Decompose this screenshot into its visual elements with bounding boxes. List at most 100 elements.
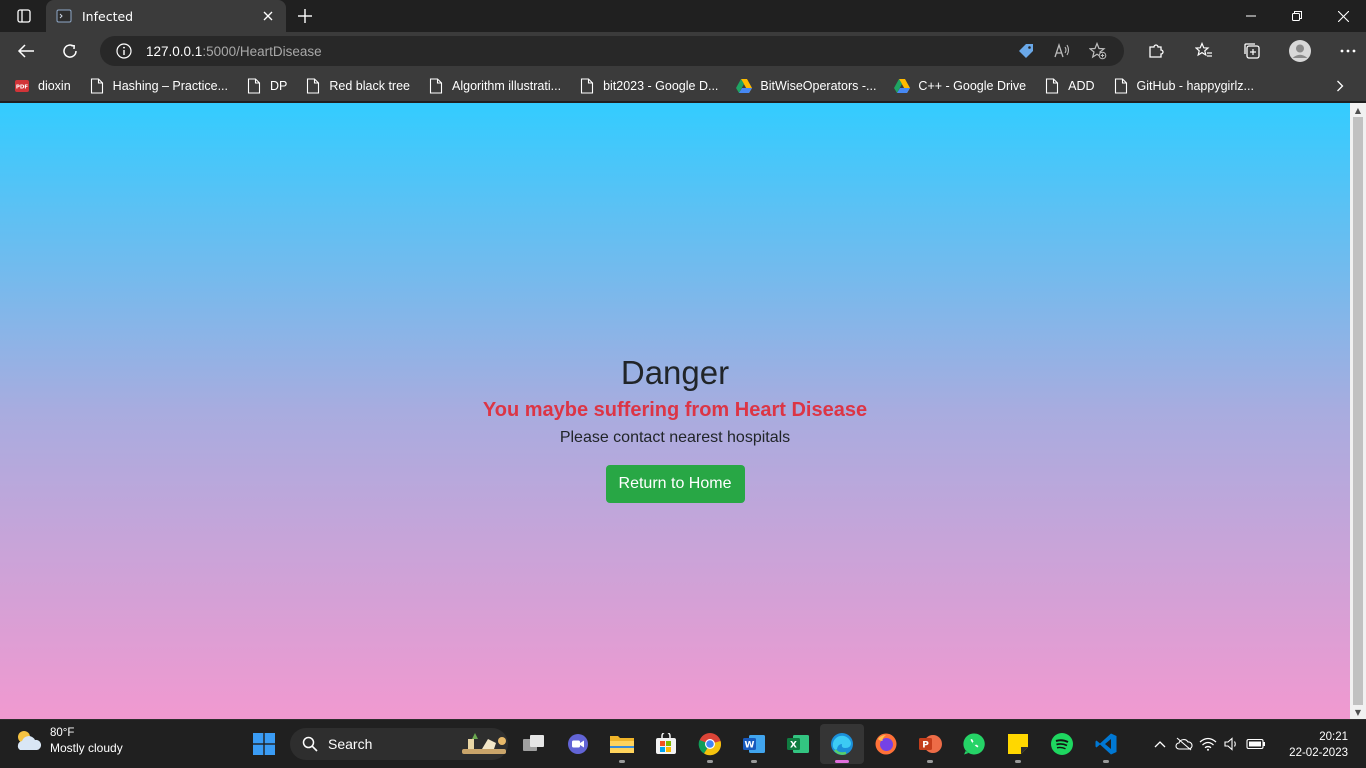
taskbar-apps: Search W X P	[242, 724, 1128, 764]
address-bar[interactable]: 127.0.0.1:5000/HeartDisease	[100, 36, 1124, 66]
file-explorer-button[interactable]	[600, 724, 644, 764]
powerpoint-button[interactable]: P	[908, 724, 952, 764]
bookmark-item[interactable]: bit2023 - Google D...	[579, 74, 726, 98]
read-aloud-icon	[1054, 42, 1070, 58]
running-indicator	[619, 760, 625, 763]
search-highlight-icon	[462, 733, 506, 754]
search-icon	[302, 736, 318, 752]
page-scrollbar[interactable]: ▲ ▼	[1350, 103, 1366, 719]
address-bar-actions	[1008, 36, 1116, 66]
whatsapp-button[interactable]	[952, 724, 996, 764]
scroll-down-icon[interactable]: ▼	[1350, 705, 1366, 719]
pdf-icon: PDF	[14, 78, 30, 94]
terminal-favicon-icon	[56, 9, 72, 23]
tab-close-icon[interactable]	[260, 8, 276, 24]
window-controls	[1228, 0, 1366, 32]
favorites-button[interactable]	[1180, 32, 1228, 70]
bookmarks-bar: PDF dioxin Hashing – Practice... DP Red …	[0, 70, 1366, 102]
tag-icon	[1019, 44, 1033, 58]
firefox-button[interactable]	[864, 724, 908, 764]
bookmark-item[interactable]: Algorithm illustrati...	[428, 74, 569, 98]
svg-text:X: X	[790, 741, 797, 751]
plus-icon	[298, 9, 312, 23]
volume-control[interactable]	[1220, 724, 1244, 764]
bookmark-label: bit2023 - Google D...	[603, 78, 719, 93]
bookmarks-overflow-button[interactable]	[1328, 74, 1352, 98]
chrome-button[interactable]	[688, 724, 732, 764]
battery-status[interactable]	[1244, 724, 1268, 764]
page-icon	[246, 77, 262, 94]
collections-button[interactable]	[1228, 32, 1276, 70]
read-aloud-button[interactable]	[1044, 36, 1080, 66]
more-menu-button[interactable]	[1324, 32, 1366, 70]
teams-chat-button[interactable]	[556, 724, 600, 764]
profile-button[interactable]	[1276, 32, 1324, 70]
tab-title: Infected	[82, 8, 134, 24]
running-indicator	[1103, 760, 1109, 763]
new-tab-button[interactable]	[292, 4, 318, 28]
sticky-notes-icon	[1008, 734, 1028, 754]
edge-icon	[831, 733, 853, 755]
restore-button[interactable]	[1274, 0, 1320, 32]
chevron-right-icon	[1337, 80, 1344, 92]
bookmark-label: BitWiseOperators -...	[760, 78, 877, 93]
windows-logo-icon	[253, 733, 275, 755]
bookmark-item[interactable]: Hashing – Practice...	[89, 74, 236, 98]
weather-condition: Mostly cloudy	[50, 741, 123, 755]
word-button[interactable]: W	[732, 724, 776, 764]
task-view-icon	[523, 735, 544, 751]
collections-icon	[1244, 43, 1260, 59]
microsoft-store-button[interactable]	[644, 724, 688, 764]
bookmark-item[interactable]: Red black tree	[305, 74, 418, 98]
taskbar-search[interactable]: Search	[290, 728, 508, 760]
browser-tools	[1132, 32, 1366, 70]
arrow-left-icon	[17, 44, 34, 58]
close-window-button[interactable]	[1320, 0, 1366, 32]
site-info-icon[interactable]	[116, 43, 132, 59]
task-view-button[interactable]	[512, 724, 556, 764]
add-favorite-button[interactable]	[1080, 36, 1116, 66]
chevron-up-icon	[1154, 741, 1166, 748]
favorites-list-icon	[1195, 42, 1212, 57]
excel-button[interactable]: X	[776, 724, 820, 764]
show-hidden-icons-button[interactable]	[1148, 724, 1172, 764]
bookmark-item[interactable]: DP	[246, 74, 295, 98]
sticky-notes-button[interactable]	[996, 724, 1040, 764]
minimize-button[interactable]	[1228, 0, 1274, 32]
network-status[interactable]	[1196, 724, 1220, 764]
scroll-thumb[interactable]	[1353, 117, 1363, 705]
clock-time: 20:21	[1319, 731, 1348, 743]
browser-tab-active[interactable]: Infected	[46, 0, 286, 32]
puzzle-icon	[1149, 44, 1164, 58]
weather-widget[interactable]: 80°F Mostly cloudy	[14, 727, 123, 755]
coupon-button[interactable]	[1008, 36, 1044, 66]
svg-text:PDF: PDF	[16, 84, 29, 90]
extensions-button[interactable]	[1132, 32, 1180, 70]
tab-actions-button[interactable]	[0, 0, 48, 32]
edge-button[interactable]	[820, 724, 864, 764]
bookmark-item[interactable]: GitHub - happygirlz...	[1113, 74, 1262, 98]
bookmark-item[interactable]: BitWiseOperators -...	[736, 74, 884, 98]
page-icon	[89, 77, 105, 94]
vscode-button[interactable]	[1084, 724, 1128, 764]
page-icon	[305, 77, 321, 94]
bookmark-item[interactable]: PDF dioxin	[14, 74, 79, 98]
advice-text: Please contact nearest hospitals	[559, 429, 791, 446]
spotify-button[interactable]	[1040, 724, 1084, 764]
powerpoint-icon: P	[919, 735, 942, 753]
folder-icon	[610, 736, 634, 753]
refresh-icon	[63, 44, 77, 58]
scroll-up-icon[interactable]: ▲	[1350, 103, 1366, 117]
start-button[interactable]	[242, 724, 286, 764]
bookmark-item[interactable]: C++ - Google Drive	[894, 74, 1034, 98]
bookmark-item[interactable]: ADD	[1044, 74, 1102, 98]
back-button[interactable]	[8, 35, 44, 67]
refresh-button[interactable]	[52, 35, 88, 67]
return-home-button[interactable]: Return to Home	[605, 465, 745, 503]
google-drive-icon	[894, 78, 911, 94]
onedrive-status[interactable]	[1172, 724, 1196, 764]
url-host: 127.0.0.1	[146, 43, 203, 59]
url-path: :5000/HeartDisease	[202, 43, 322, 59]
taskbar-clock[interactable]: 20:21 22-02-2023	[1289, 729, 1348, 761]
url-text[interactable]: 127.0.0.1:5000/HeartDisease	[146, 44, 322, 59]
